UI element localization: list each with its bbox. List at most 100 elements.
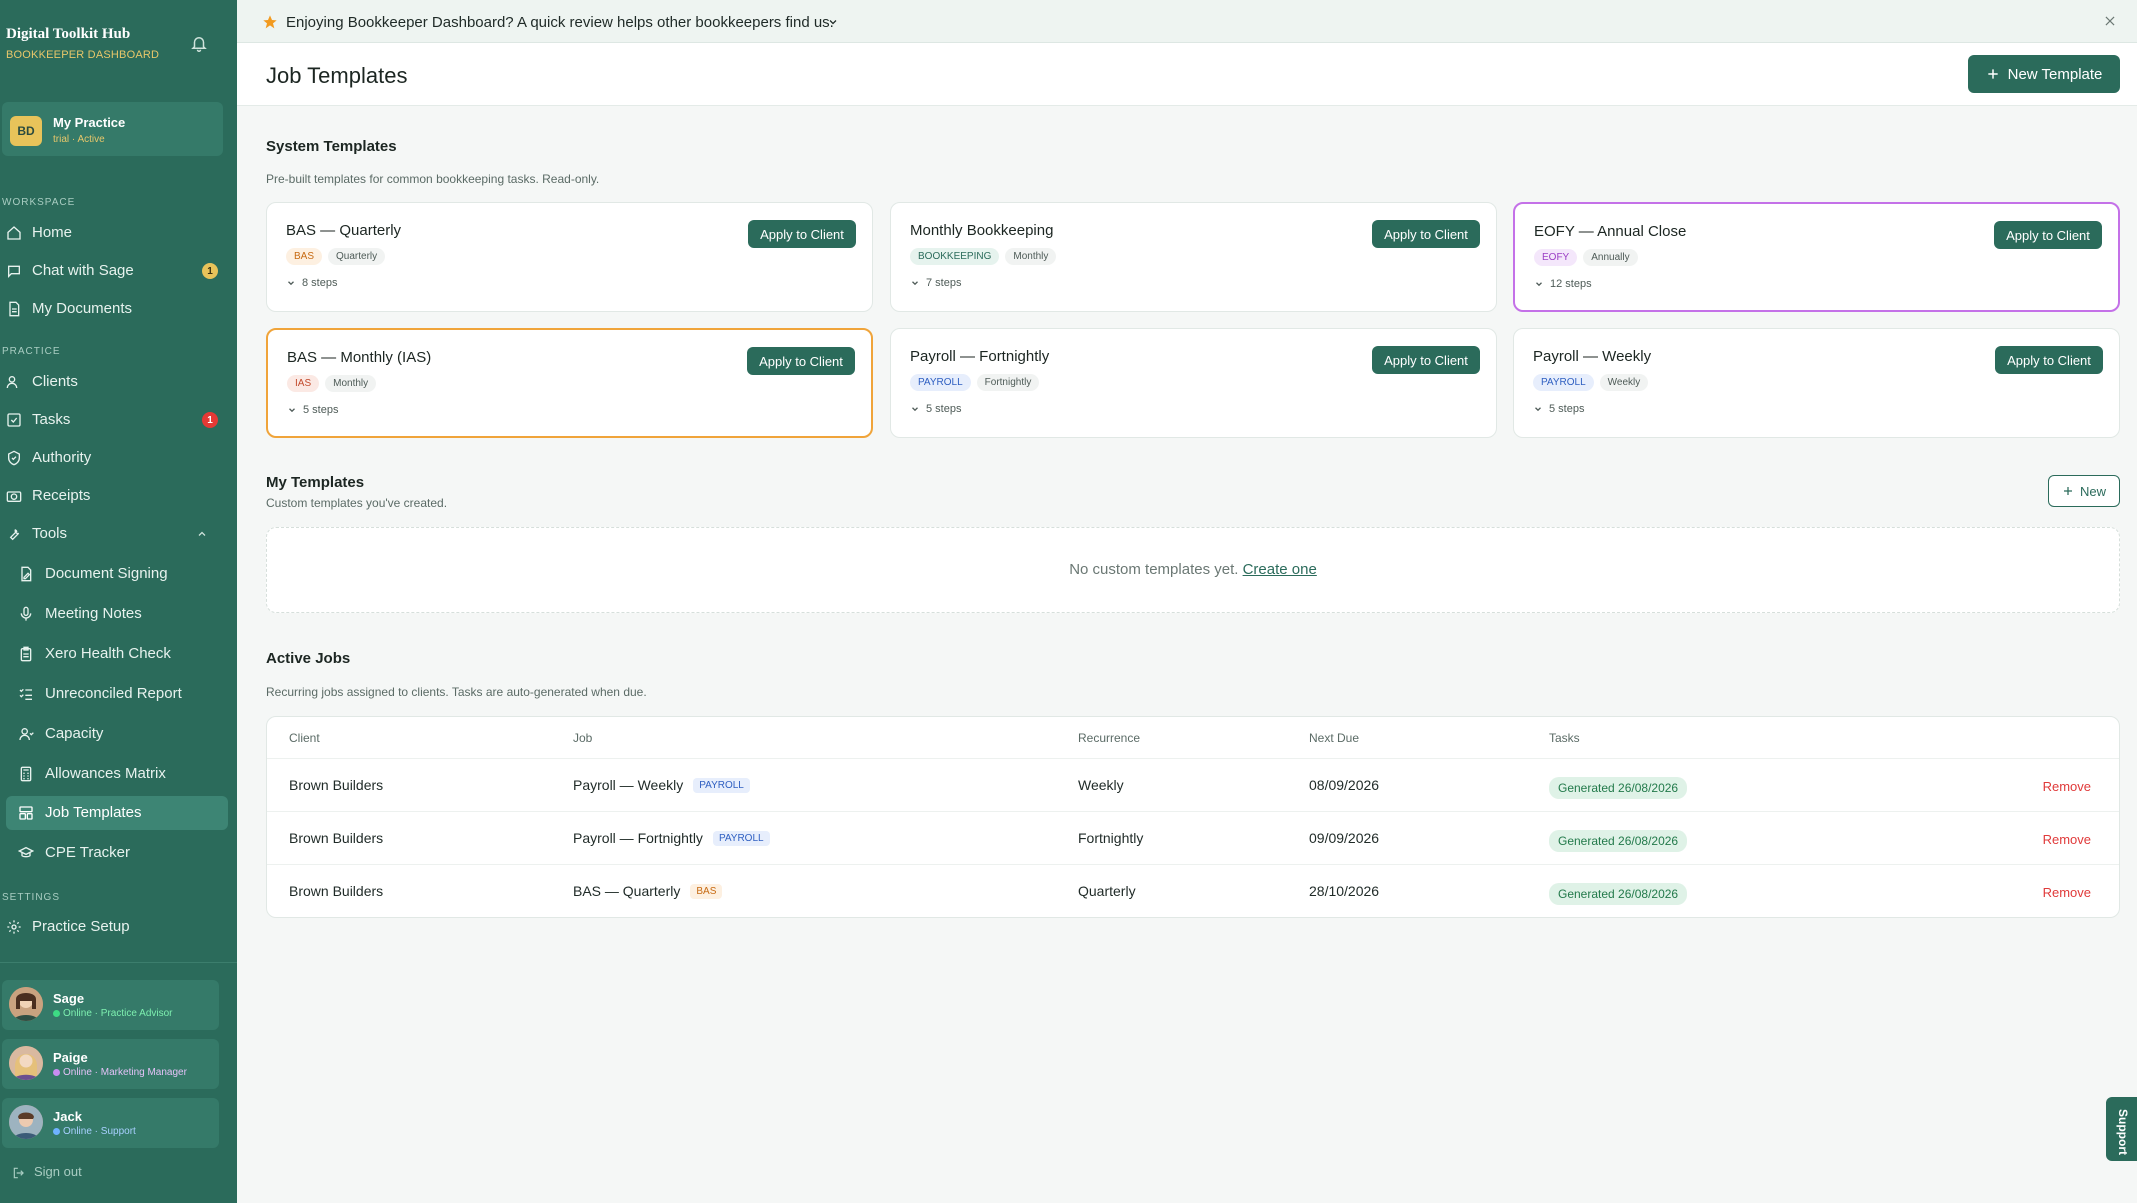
chevron-down-icon[interactable] bbox=[827, 16, 839, 28]
agent-status-text: Online · Practice Advisor bbox=[63, 1008, 173, 1019]
steps-count: 7 steps bbox=[926, 277, 962, 289]
my-templates-title: My Templates bbox=[266, 474, 365, 491]
job-cell: Payroll — Fortnightly PAYROLL bbox=[573, 830, 770, 846]
job-tag: PAYROLL bbox=[712, 830, 770, 846]
tasks-badge: 1 bbox=[202, 412, 218, 428]
agent-card-paige[interactable]: Paige Online · Marketing Manager bbox=[2, 1039, 219, 1089]
sidebar-item-receipts[interactable]: Receipts bbox=[0, 479, 228, 513]
remove-button[interactable]: Remove bbox=[2043, 779, 2091, 794]
empty-state-text: No custom templates yet. Create one bbox=[267, 561, 2119, 578]
generated-badge: Generated 26/08/2026 bbox=[1549, 830, 1688, 852]
section-label-practice: PRACTICE bbox=[2, 346, 61, 357]
plus-icon bbox=[1987, 69, 1998, 79]
sidebar-item-practice-setup[interactable]: Practice Setup bbox=[0, 910, 228, 944]
steps-toggle[interactable]: 8 steps bbox=[286, 277, 337, 289]
steps-toggle[interactable]: 7 steps bbox=[910, 277, 961, 289]
chevron-down-icon bbox=[912, 281, 918, 286]
sidebar-item-xero-health-check[interactable]: Xero Health Check bbox=[0, 637, 228, 671]
steps-toggle[interactable]: 12 steps bbox=[1534, 278, 1592, 290]
agent-name: Paige bbox=[53, 1050, 88, 1065]
sidebar-item-authority[interactable]: Authority bbox=[0, 441, 228, 475]
steps-toggle[interactable]: 5 steps bbox=[287, 404, 338, 416]
sidebar-item-meeting-notes[interactable]: Meeting Notes bbox=[0, 597, 228, 631]
frequency-tag: Quarterly bbox=[328, 248, 386, 265]
sidebar-item-clients[interactable]: Clients bbox=[0, 365, 228, 399]
generated-badge: Generated 26/08/2026 bbox=[1549, 883, 1688, 905]
plus-icon bbox=[2063, 487, 2072, 495]
banner-text: Enjoying Bookkeeper Dashboard? A quick r… bbox=[286, 14, 834, 31]
job-cell: Payroll — Weekly PAYROLL bbox=[573, 777, 750, 793]
tag-row: EOFY Annually bbox=[1534, 249, 1638, 266]
category-tag: BAS bbox=[286, 248, 323, 265]
apply-to-client-button[interactable]: Apply to Client bbox=[748, 220, 856, 248]
chevron-up-icon[interactable] bbox=[196, 528, 208, 540]
remove-button[interactable]: Remove bbox=[2043, 832, 2091, 847]
practice-card[interactable]: BD My Practice trial · Active bbox=[2, 102, 223, 156]
shield-icon bbox=[8, 450, 20, 466]
sidebar-item-chat-with-sage[interactable]: Chat with Sage 1 bbox=[0, 254, 228, 288]
sidebar-item-label: Unreconciled Report bbox=[45, 685, 182, 702]
support-tab[interactable]: Support bbox=[2106, 1097, 2137, 1161]
new-custom-template-button[interactable]: New bbox=[2048, 475, 2120, 507]
agent-card-sage[interactable]: Sage Online · Practice Advisor bbox=[2, 980, 219, 1030]
apply-to-client-button[interactable]: Apply to Client bbox=[1995, 346, 2103, 374]
new-template-button[interactable]: New Template bbox=[1968, 55, 2120, 93]
template-name: BAS — Quarterly bbox=[286, 222, 402, 239]
sidebar-item-unreconciled-report[interactable]: Unreconciled Report bbox=[0, 677, 228, 711]
template-card-eofy-annual-close: EOFY — Annual Close EOFY Annually 12 ste… bbox=[1513, 202, 2120, 312]
star-icon bbox=[263, 15, 277, 29]
sidebar-item-tasks[interactable]: Tasks 1 bbox=[0, 403, 228, 437]
steps-toggle[interactable]: 5 steps bbox=[910, 403, 961, 415]
new-template-label: New Template bbox=[2007, 65, 2103, 83]
chevron-down-icon bbox=[912, 407, 918, 412]
create-one-link[interactable]: Create one bbox=[1243, 561, 1317, 578]
brand[interactable]: Digital Toolkit Hub BOOKKEEPER DASHBOARD bbox=[6, 26, 159, 61]
sidebar-item-label: Tasks bbox=[32, 411, 71, 428]
bell-icon[interactable] bbox=[190, 34, 208, 52]
active-jobs-title: Active Jobs bbox=[266, 650, 351, 667]
template-card-monthly-bookkeeping: Monthly Bookkeeping BOOKKEEPING Monthly … bbox=[890, 202, 1497, 312]
job-tag: BAS bbox=[690, 883, 723, 899]
sign-out-link[interactable]: Sign out bbox=[12, 1164, 82, 1180]
close-icon[interactable] bbox=[2103, 14, 2117, 28]
next-due-cell: 08/09/2026 bbox=[1309, 777, 1380, 793]
job-name: BAS — Quarterly bbox=[573, 883, 681, 899]
practice-status: trial · Active bbox=[53, 134, 105, 145]
agent-status: Online · Support bbox=[53, 1126, 136, 1137]
sidebar-item-label: Allowances Matrix bbox=[45, 765, 166, 782]
next-due-cell: 28/10/2026 bbox=[1309, 883, 1380, 899]
recurrence-cell: Fortnightly bbox=[1078, 830, 1144, 846]
sidebar-item-cpe-tracker[interactable]: CPE Tracker bbox=[0, 836, 228, 870]
sidebar-item-label: Meeting Notes bbox=[45, 605, 142, 622]
column-header-client: Client bbox=[289, 731, 320, 745]
users-icon bbox=[6, 376, 18, 389]
apply-to-client-button[interactable]: Apply to Client bbox=[1372, 346, 1480, 374]
apply-to-client-button[interactable]: Apply to Client bbox=[747, 347, 855, 375]
agent-card-jack[interactable]: Jack Online · Support bbox=[2, 1098, 219, 1148]
sidebar-item-label: My Documents bbox=[32, 300, 133, 317]
remove-button[interactable]: Remove bbox=[2043, 885, 2091, 900]
table-row: Brown Builders Payroll — Fortnightly PAYR… bbox=[267, 812, 2119, 865]
tasks-cell: Generated 26/08/2026 bbox=[1549, 883, 1688, 905]
sidebar-item-home[interactable]: Home bbox=[0, 216, 228, 250]
section-label-workspace: WORKSPACE bbox=[2, 197, 76, 208]
agent-status-text: Online · Marketing Manager bbox=[63, 1067, 187, 1078]
sidebar-item-document-signing[interactable]: Document Signing bbox=[0, 557, 228, 591]
sidebar-item-allowances-matrix[interactable]: Allowances Matrix bbox=[0, 757, 228, 791]
sidebar-item-tools[interactable]: Tools bbox=[0, 517, 228, 551]
chevron-down-icon bbox=[288, 281, 294, 286]
logout-icon bbox=[13, 1167, 24, 1178]
apply-to-client-button[interactable]: Apply to Client bbox=[1372, 220, 1480, 248]
sidebar-item-label: Clients bbox=[32, 373, 78, 390]
template-name: Payroll — Fortnightly bbox=[910, 348, 1050, 365]
sidebar-item-capacity[interactable]: Capacity bbox=[0, 717, 228, 751]
steps-toggle[interactable]: 5 steps bbox=[1533, 403, 1584, 415]
template-name: Payroll — Weekly bbox=[1533, 348, 1652, 365]
section-label-settings: SETTINGS bbox=[2, 892, 61, 903]
apply-to-client-button[interactable]: Apply to Client bbox=[1994, 221, 2102, 249]
agent-status: Online · Marketing Manager bbox=[53, 1067, 187, 1078]
sidebar-item-job-templates[interactable]: Job Templates bbox=[6, 796, 228, 830]
template-icon bbox=[19, 806, 33, 820]
sidebar-item-my-documents[interactable]: My Documents bbox=[0, 292, 228, 326]
sidebar-item-label: Document Signing bbox=[45, 565, 168, 582]
